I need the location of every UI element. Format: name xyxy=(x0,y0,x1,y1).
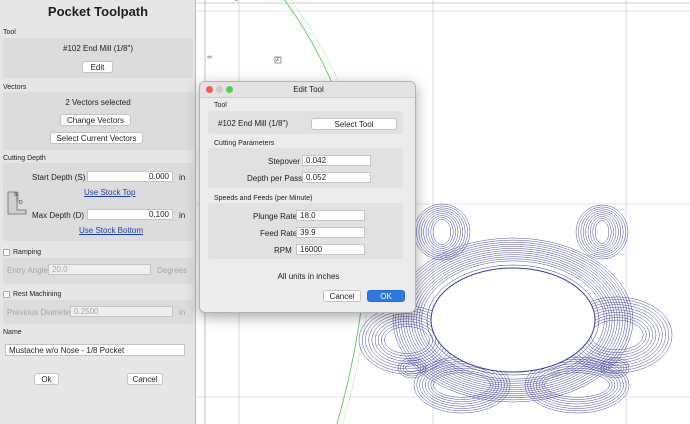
ramping-checkbox[interactable] xyxy=(3,249,10,256)
max-depth-unit: in xyxy=(179,211,186,220)
pocket-toolpath-panel: Pocket Toolpath Tool #102 End Mill (1/8"… xyxy=(0,0,196,424)
use-stock-top-link[interactable]: Use Stock Top xyxy=(84,188,135,197)
depth-per-pass-input[interactable]: 0.052 xyxy=(302,172,371,183)
ok-button[interactable]: Ok xyxy=(34,373,59,385)
vectors-section-label: Vectors xyxy=(3,84,27,91)
use-stock-bottom-link[interactable]: Use Stock Bottom xyxy=(79,226,143,235)
select-current-vectors-button[interactable]: Select Current Vectors xyxy=(50,132,143,144)
ramping-section-label: Ramping xyxy=(13,249,42,256)
rest-machining-section-label: Rest Machining xyxy=(13,291,62,298)
depth-per-pass-label: Depth per Pass xyxy=(247,174,303,183)
edit-tool-dialog: Edit Tool Tool #102 End Mill (1/8") Sele… xyxy=(199,81,416,313)
depth-diagram-s: S xyxy=(14,192,18,198)
rest-machining-checkbox[interactable] xyxy=(3,291,10,298)
feed-rate-input[interactable]: 39.9 xyxy=(296,227,365,238)
stepover-label: Stepover xyxy=(268,157,301,166)
dialog-ok-button[interactable]: OK xyxy=(367,290,405,302)
cutting-parameters-section-label: Cutting Parameters xyxy=(214,140,275,147)
dialog-cancel-button[interactable]: Cancel xyxy=(323,290,361,302)
start-depth-label: Start Depth (S) xyxy=(32,173,86,182)
start-depth-unit: in xyxy=(179,173,186,182)
depth-diagram-d: D xyxy=(19,200,23,206)
select-tool-button[interactable]: Select Tool xyxy=(311,118,397,130)
plunge-rate-input[interactable]: 18.0 xyxy=(296,210,365,221)
previous-diameter-label: Previous Diameter xyxy=(7,308,73,317)
entry-angle-input[interactable]: 20.0 xyxy=(48,264,151,275)
dialog-tool-name: #102 End Mill (1/8") xyxy=(218,119,288,128)
speeds-feeds-section-label: Speeds and Feeds (per Minute) xyxy=(214,195,313,202)
rpm-label: RPM xyxy=(274,246,292,255)
entry-angle-unit: Degrees xyxy=(157,266,188,275)
vectors-status: 2 Vectors selected xyxy=(65,98,131,107)
feed-rate-label: Feed Rate xyxy=(260,229,298,238)
name-section-label: Name xyxy=(3,329,22,336)
panel-title: Pocket Toolpath xyxy=(47,4,149,19)
rpm-input[interactable]: 16000 xyxy=(296,244,365,255)
cancel-button[interactable]: Cancel xyxy=(127,373,163,385)
change-vectors-button[interactable]: Change Vectors xyxy=(60,114,131,126)
dialog-title: Edit Tool xyxy=(293,85,324,94)
tool-group: #102 End Mill (1/8") Edit xyxy=(3,38,193,78)
plunge-rate-label: Plunge Rate xyxy=(253,212,298,221)
vectors-group: 2 Vectors selected Change Vectors Select… xyxy=(3,92,193,150)
cutting-depth-section-label: Cutting Depth xyxy=(3,155,46,162)
max-depth-input[interactable]: 0.100 xyxy=(87,209,173,220)
dialog-titlebar: Edit Tool xyxy=(200,82,415,98)
start-depth-input[interactable]: 0.000 xyxy=(87,171,173,182)
previous-diameter-unit: in xyxy=(179,308,186,317)
entry-angle-label: Entry Angle xyxy=(7,266,48,275)
edit-tool-button[interactable]: Edit xyxy=(82,61,113,73)
toolpath-name-input[interactable]: Mustache w/o Nose - 1/8 Pocket xyxy=(5,344,185,356)
dialog-tool-section-label: Tool xyxy=(214,102,227,109)
tool-section-label: Tool xyxy=(3,29,16,36)
units-note: All units in inches xyxy=(277,272,340,281)
tool-name: #102 End Mill (1/8") xyxy=(63,44,133,53)
toolpath-center-hole xyxy=(430,267,596,373)
previous-diameter-input[interactable]: 0.2500 xyxy=(70,306,173,317)
max-depth-label: Max Depth (D) xyxy=(32,211,85,220)
stepover-input[interactable]: 0.042 xyxy=(302,155,371,166)
